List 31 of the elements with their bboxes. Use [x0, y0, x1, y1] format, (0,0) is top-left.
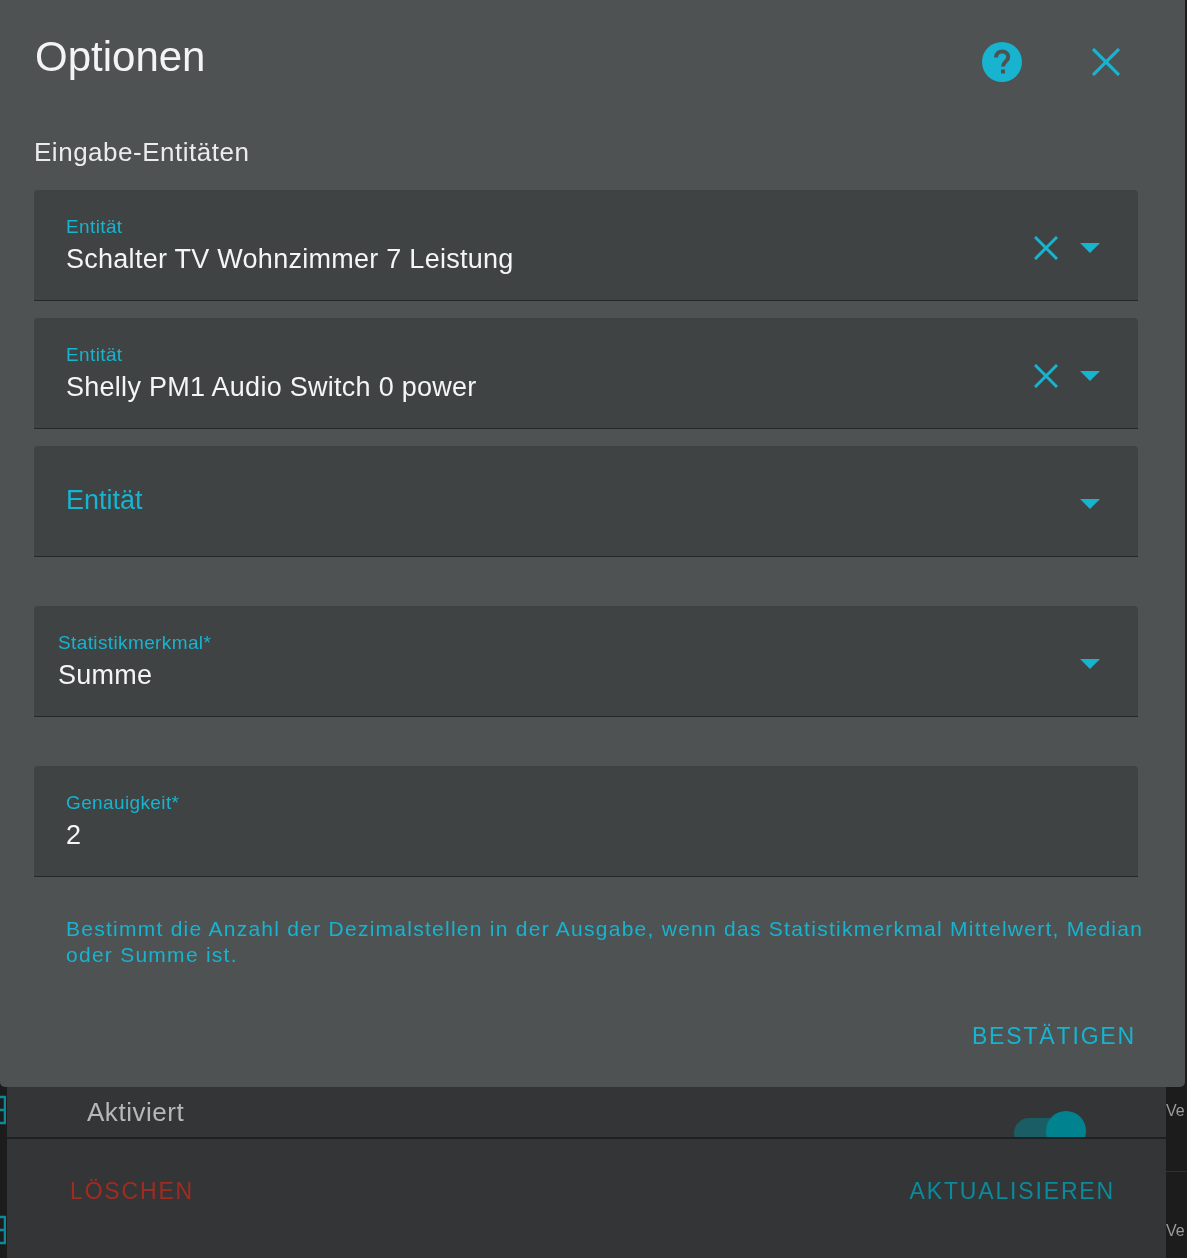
dropdown-caret-icon[interactable] [1080, 243, 1100, 253]
field-label: Entität [66, 343, 123, 367]
cut-off-text: Ve [1166, 1221, 1186, 1241]
section-title: Eingabe-Entitäten [34, 137, 250, 167]
number-field[interactable]: Genauigkeit* 2 [34, 766, 1138, 877]
field-value: Schalter TV Wohnzimmer 7 Leistung [66, 243, 514, 275]
bracket-icon [0, 1095, 6, 1125]
field-label: Genauigkeit* [66, 791, 180, 815]
dialog-title: Optionen [35, 32, 207, 82]
bracket-icon [0, 1215, 6, 1245]
cut-off-text: Ve [1166, 1101, 1186, 1121]
field-label: Statistikmerkmal* [58, 631, 212, 655]
field-label: Entität [66, 484, 143, 516]
clear-icon[interactable] [1034, 364, 1058, 388]
helper-text: Bestimmt die Anzahl der Dezimalstellen in der Ausgabe, wenn das Statistikmerkmal Mittelwert, Median oder Summe ist. [65, 916, 1145, 968]
field-value: 2 [66, 819, 82, 851]
toggle-label: Aktiviert [87, 1096, 185, 1128]
entity-field[interactable]: Entität [34, 446, 1138, 557]
select-field[interactable]: Statistikmerkmal* Summe [34, 606, 1138, 717]
entity-field[interactable]: Entität Schalter TV Wohnzimmer 7 Leistung [34, 190, 1138, 301]
dropdown-caret-icon[interactable] [1080, 499, 1100, 509]
field-value: Shelly PM1 Audio Switch 0 power [66, 371, 477, 403]
dropdown-caret-icon[interactable] [1080, 371, 1100, 381]
toggle-switch[interactable] [1014, 1109, 1086, 1137]
clear-icon[interactable] [1034, 236, 1058, 260]
dropdown-caret-icon[interactable] [1080, 659, 1100, 669]
close-icon[interactable] [1092, 48, 1120, 76]
field-label: Entität [66, 215, 123, 239]
entity-field[interactable]: Entität Shelly PM1 Audio Switch 0 power [34, 318, 1138, 429]
help-icon[interactable] [982, 42, 1022, 82]
field-value: Summe [58, 659, 153, 691]
